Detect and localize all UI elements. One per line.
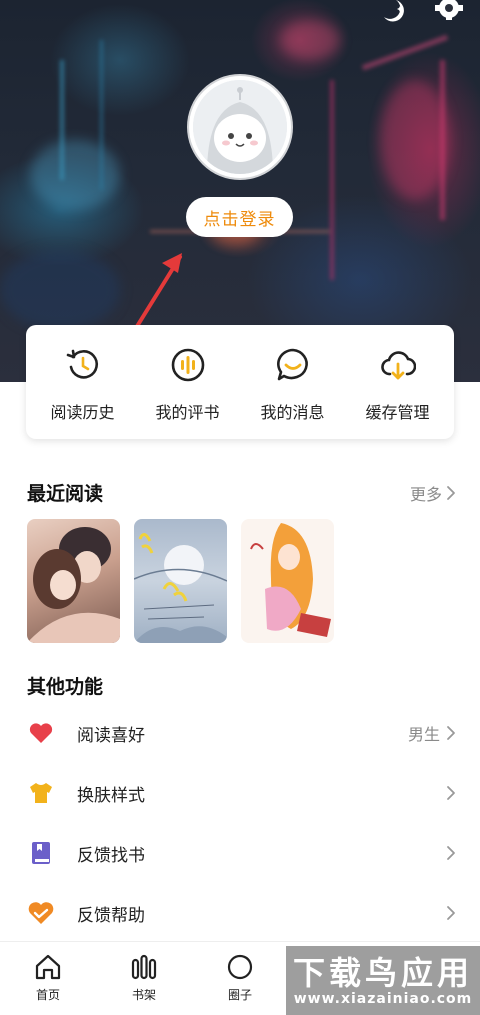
quick-actions-card: 阅读历史 我的评书 我的消息 缓存管理	[26, 325, 454, 439]
home-icon	[35, 954, 61, 980]
tab-circle[interactable]: 圈子	[210, 952, 270, 1003]
chevron-right-icon	[447, 486, 455, 500]
audio-bars-icon	[171, 348, 204, 382]
quick-action-label: 我的消息	[260, 403, 325, 422]
avatar-placeholder-icon	[193, 80, 287, 174]
avatar[interactable]	[189, 76, 291, 178]
message-bubble-icon	[276, 348, 308, 381]
chevron-right-icon	[447, 846, 455, 860]
tab-bookshelf[interactable]: 书架	[114, 952, 174, 1003]
quick-action-label: 我的评书	[155, 403, 220, 422]
quick-action-label: 缓存管理	[365, 403, 430, 422]
function-row-skin-style[interactable]: 换肤样式	[0, 763, 480, 823]
more-label: 更多	[409, 485, 442, 504]
chevron-right-icon	[447, 906, 455, 920]
gear-icon[interactable]	[434, 0, 464, 26]
function-row-feedback-help[interactable]: 反馈帮助	[0, 883, 480, 943]
tshirt-icon	[30, 783, 52, 803]
watermark-title: 下载鸟应用	[292, 953, 473, 992]
function-row-reading-preference[interactable]: 阅读喜好 男生	[0, 703, 480, 763]
moon-icon[interactable]	[376, 0, 406, 26]
history-clock-icon	[66, 349, 98, 379]
help-handshake-icon	[28, 902, 54, 924]
quick-action-label: 阅读历史	[50, 403, 115, 422]
book-cover[interactable]	[134, 519, 227, 643]
more-link[interactable]: 更多	[410, 481, 456, 505]
tab-label: 圈子	[227, 988, 252, 1002]
function-row-feedback-find-book[interactable]: 反馈找书	[0, 823, 480, 883]
heart-icon	[29, 723, 53, 743]
quick-action-cache-management[interactable]: 缓存管理	[345, 325, 450, 439]
quick-action-my-messages[interactable]: 我的消息	[240, 325, 345, 439]
chevron-right-icon	[447, 726, 455, 740]
watermark-overlay: 下载鸟应用 www.xiazainiao.com	[286, 946, 480, 1015]
recent-reading-title: 最近阅读	[27, 483, 104, 505]
function-label: 换肤样式	[77, 785, 145, 806]
function-label: 反馈帮助	[77, 905, 145, 926]
tab-home[interactable]: 首页	[18, 952, 78, 1003]
function-value: 男生	[407, 725, 440, 744]
function-label: 阅读喜好	[77, 725, 145, 746]
circle-icon	[227, 954, 253, 980]
book-cover[interactable]	[241, 519, 334, 643]
quick-action-reading-history[interactable]: 阅读历史	[30, 325, 135, 439]
cloud-download-icon	[380, 351, 416, 380]
bookshelf-icon	[131, 954, 157, 980]
watermark-url: www.xiazainiao.com	[293, 990, 473, 1007]
quick-action-my-reviews[interactable]: 我的评书	[135, 325, 240, 439]
login-button[interactable]: 点击登录	[186, 197, 293, 237]
book-icon	[32, 842, 50, 864]
tab-label: 首页	[35, 988, 60, 1002]
book-cover[interactable]	[27, 519, 120, 643]
chevron-right-icon	[447, 786, 455, 800]
other-functions-title: 其他功能	[27, 676, 104, 698]
tab-label: 书架	[131, 988, 156, 1002]
recent-books-list	[27, 519, 334, 643]
function-label: 反馈找书	[77, 845, 145, 866]
